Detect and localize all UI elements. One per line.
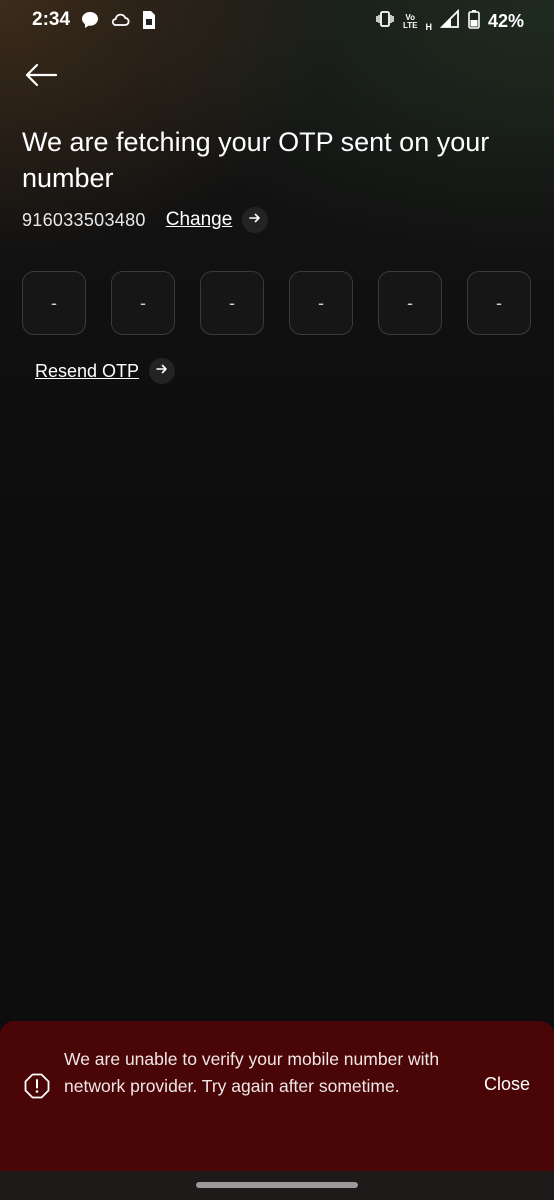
cloud-icon	[110, 10, 130, 35]
back-arrow-icon	[22, 63, 58, 94]
signal-icon	[439, 8, 460, 34]
phone-row: 916033503480 Change	[22, 206, 269, 234]
status-bar: 2:34 Vo LTE H 42%	[0, 0, 554, 44]
otp-digit-3[interactable]: -	[200, 271, 264, 335]
change-arrow-button[interactable]	[242, 207, 269, 233]
page-title: We are fetching your OTP sent on your nu…	[22, 127, 490, 193]
resend-row: Resend OTP	[35, 357, 176, 385]
sim-settings-icon	[140, 10, 158, 35]
toast-message: We are unable to verify your mobile numb…	[64, 1049, 440, 1096]
resend-otp-link[interactable]: Resend OTP	[35, 361, 139, 382]
home-gesture-handle[interactable]	[196, 1182, 358, 1188]
otp-digit-6[interactable]: -	[467, 271, 531, 335]
volte-bottom: LTE	[402, 20, 418, 30]
battery-icon	[468, 9, 480, 34]
otp-input-group: - - - - - -	[22, 271, 531, 335]
notification-icons	[80, 10, 158, 35]
resend-arrow-button[interactable]	[149, 358, 176, 384]
status-time: 2:34	[32, 9, 71, 30]
status-right: Vo LTE H 42%	[375, 8, 524, 34]
navigation-bar	[0, 1171, 554, 1200]
alert-octagon-icon	[24, 1073, 50, 1099]
otp-digit-4[interactable]: -	[289, 271, 353, 335]
change-number-link[interactable]: Change	[166, 209, 233, 231]
volte-indicator: Vo LTE	[402, 13, 418, 30]
phone-number: 916033503480	[22, 209, 146, 230]
network-type: H	[425, 21, 432, 32]
error-toast: We are unable to verify your mobile numb…	[0, 1021, 554, 1171]
otp-digit-1[interactable]: -	[22, 271, 86, 335]
battery-percent: 42%	[487, 11, 524, 31]
chat-icon	[80, 10, 100, 35]
arrow-right-icon	[249, 211, 261, 229]
otp-digit-2[interactable]: -	[111, 271, 175, 335]
otp-digit-5[interactable]: -	[378, 271, 442, 335]
back-button[interactable]	[22, 60, 62, 92]
background-glow	[0, 0, 554, 520]
toast-close-button[interactable]: Close	[484, 1074, 530, 1095]
vibrate-icon	[375, 9, 395, 34]
arrow-right-icon	[156, 362, 168, 380]
